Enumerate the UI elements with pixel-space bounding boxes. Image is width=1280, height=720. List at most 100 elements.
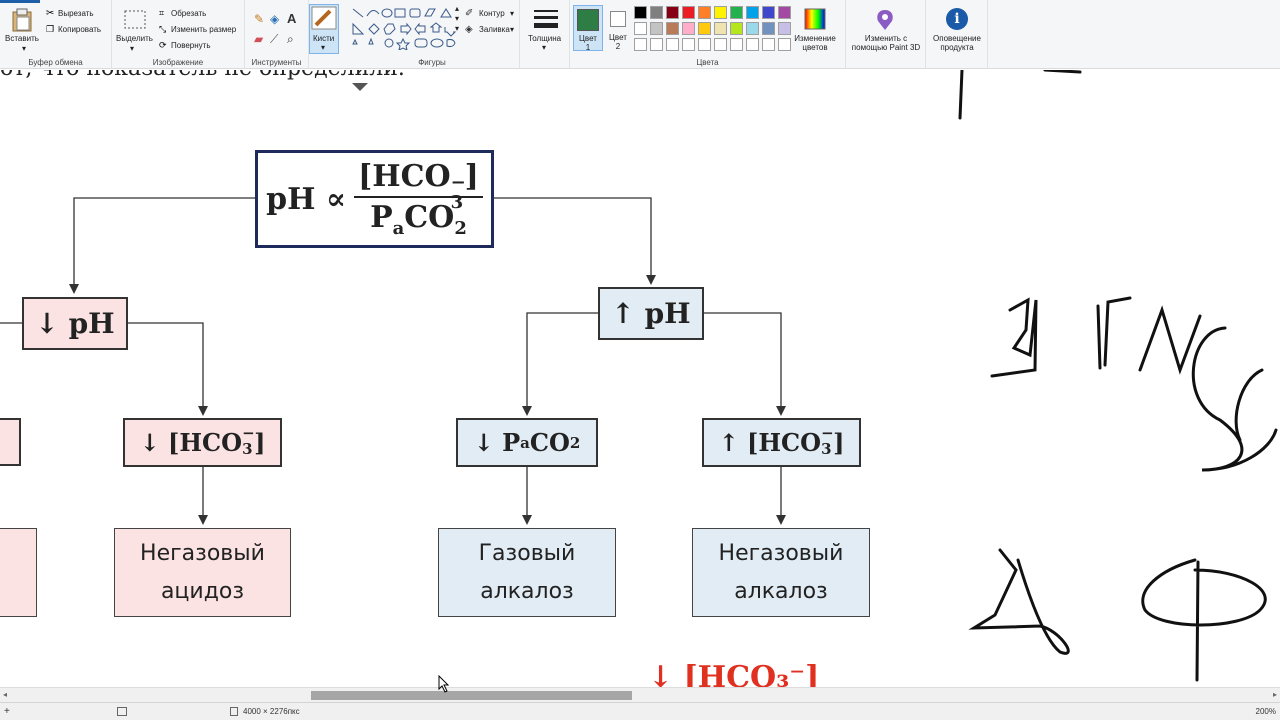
formula-numerator: [HCO −3]: [354, 159, 483, 213]
handwriting-strokes: [958, 70, 1278, 682]
notify-group: i Оповещение продукта: [926, 0, 988, 69]
palette-swatch[interactable]: [634, 22, 647, 35]
copy-icon: ❐: [46, 24, 55, 34]
shapes-gallery[interactable]: [349, 6, 459, 55]
notify-button[interactable]: Оповещение продукта: [928, 34, 986, 52]
palette-swatch[interactable]: [730, 22, 743, 35]
color2-label: Цвет 2: [609, 33, 627, 51]
palette-swatch[interactable]: [682, 22, 695, 35]
edit-colors-button[interactable]: Изменение цветов: [790, 34, 840, 52]
palette-swatch[interactable]: [730, 6, 743, 19]
custom-color-slot[interactable]: [650, 38, 663, 51]
rotate-button[interactable]: Повернуть: [171, 41, 211, 50]
eraser-icon[interactable]: ▰: [254, 32, 263, 46]
select-icon[interactable]: [124, 10, 146, 35]
horizontal-scrollbar[interactable]: ◂ ▸: [0, 687, 1280, 702]
crop-button[interactable]: Обрезать: [171, 9, 206, 18]
chevron-down-icon[interactable]: ▾: [542, 43, 546, 52]
palette-swatch[interactable]: [650, 6, 663, 19]
fill-icon: ◈: [465, 24, 473, 35]
pencil-icon[interactable]: ✎: [254, 12, 264, 26]
color-picker-icon[interactable]: ⟋: [270, 32, 278, 47]
nongas-acidosis-box: Негазовый ацидоз: [114, 528, 291, 617]
fill-button[interactable]: Заливка: [479, 25, 510, 34]
bottom-red-formula: ↓ [HCO₃⁻]: [648, 660, 820, 687]
chevron-down-icon[interactable]: ▾: [510, 9, 514, 18]
custom-color-slot[interactable]: [746, 38, 759, 51]
palette-swatch[interactable]: [714, 22, 727, 35]
formula-box: pH ∝ [HCO −3] PaCO2: [255, 150, 494, 248]
shapes-group: ▴ ▾ ▾ ✐ Контур ▾ ◈ Заливка ▾ Фигуры: [345, 0, 520, 69]
palette-swatch[interactable]: [762, 6, 775, 19]
text-icon[interactable]: A: [287, 11, 296, 26]
chevron-down-icon[interactable]: ▾: [130, 44, 134, 53]
palette-swatch[interactable]: [746, 22, 759, 35]
palette-swatch[interactable]: [762, 22, 775, 35]
paint3d-icon[interactable]: [874, 8, 896, 37]
palette-swatch[interactable]: [666, 6, 679, 19]
chevron-down-icon[interactable]: ▾: [22, 44, 26, 53]
custom-color-slot[interactable]: [634, 38, 647, 51]
outline-icon: ✐: [465, 8, 474, 19]
gas-alkalosis-box: Газовый алкалоз: [438, 528, 616, 617]
cut-button[interactable]: Вырезать: [58, 9, 94, 18]
image-group-label: Изображение: [152, 58, 204, 67]
paste-icon[interactable]: [11, 8, 33, 37]
clipboard-group-label: Буфер обмена: [28, 58, 83, 67]
color1-label: Цвет 1: [579, 34, 597, 52]
resize-icon: ⤡: [159, 24, 167, 34]
chevron-down-icon[interactable]: ▾: [510, 25, 514, 34]
edit-colors-icon[interactable]: [804, 8, 826, 35]
high-ph-box: ↑ pH: [598, 287, 704, 340]
palette-swatch[interactable]: [682, 6, 695, 19]
selection-size-icon: [117, 707, 127, 716]
info-icon[interactable]: i: [946, 8, 968, 30]
palette-swatch[interactable]: [714, 6, 727, 19]
fill-bucket-icon[interactable]: ◈: [270, 12, 279, 26]
paste-button[interactable]: Вставить: [5, 34, 39, 43]
size-group: Толщина ▾: [520, 0, 570, 69]
drawing-canvas[interactable]: от, что показатель не определили. pH: [0, 70, 1280, 687]
scroll-right-icon[interactable]: ▸: [1273, 690, 1277, 699]
scrollbar-thumb[interactable]: [311, 691, 632, 700]
color1-button[interactable]: Цвет 1: [573, 5, 603, 52]
rotate-icon: ⟳: [159, 40, 167, 50]
shapes-group-label: Фигуры: [418, 58, 446, 67]
palette-swatch[interactable]: [698, 22, 711, 35]
tools-group-label: Инструменты: [251, 58, 302, 67]
nongas-alkalosis-box: Негазовый алкалоз: [692, 528, 870, 617]
scissors-icon: ✂: [46, 8, 55, 19]
custom-color-slot[interactable]: [730, 38, 743, 51]
select-button[interactable]: Выделить: [116, 34, 153, 43]
color2-button[interactable]: Цвет 2: [605, 5, 631, 51]
custom-color-slot[interactable]: [698, 38, 711, 51]
palette-swatch[interactable]: [746, 6, 759, 19]
shapes-scroll[interactable]: ▴ ▾ ▾: [455, 4, 459, 34]
low-ph-box: ↓ pH: [22, 297, 128, 350]
resize-button[interactable]: Изменить размер: [171, 25, 236, 34]
scroll-left-icon[interactable]: ◂: [3, 690, 7, 699]
outline-button[interactable]: Контур: [479, 9, 505, 18]
custom-color-slot[interactable]: [762, 38, 775, 51]
color-palette[interactable]: [634, 6, 814, 54]
palette-swatch[interactable]: [666, 22, 679, 35]
custom-color-slot[interactable]: [666, 38, 679, 51]
palette-swatch[interactable]: [698, 6, 711, 19]
line-thickness-icon[interactable]: [534, 8, 558, 35]
high-hco3-box: ↑ [HCO −3]: [702, 418, 861, 467]
palette-swatch[interactable]: [778, 6, 791, 19]
palette-swatch[interactable]: [634, 6, 647, 19]
image-group: Выделить ▾ ⌗ Обрезать ⤡ Изменить размер …: [112, 0, 245, 69]
size-button[interactable]: Толщина: [528, 34, 561, 43]
partial-pink-box: [0, 418, 21, 466]
custom-color-slot[interactable]: [714, 38, 727, 51]
brushes-button[interactable]: Кисти ▾: [309, 4, 339, 54]
mouse-cursor-icon: [438, 674, 450, 698]
image-size-icon: [230, 707, 238, 716]
palette-swatch[interactable]: [650, 22, 663, 35]
magnifier-icon[interactable]: ⌕: [287, 32, 294, 47]
paint3d-button[interactable]: Изменить с помощью Paint 3D: [848, 34, 924, 52]
custom-color-slot[interactable]: [682, 38, 695, 51]
zoom-level: 200%: [1255, 707, 1276, 716]
copy-button[interactable]: Копировать: [58, 25, 101, 34]
